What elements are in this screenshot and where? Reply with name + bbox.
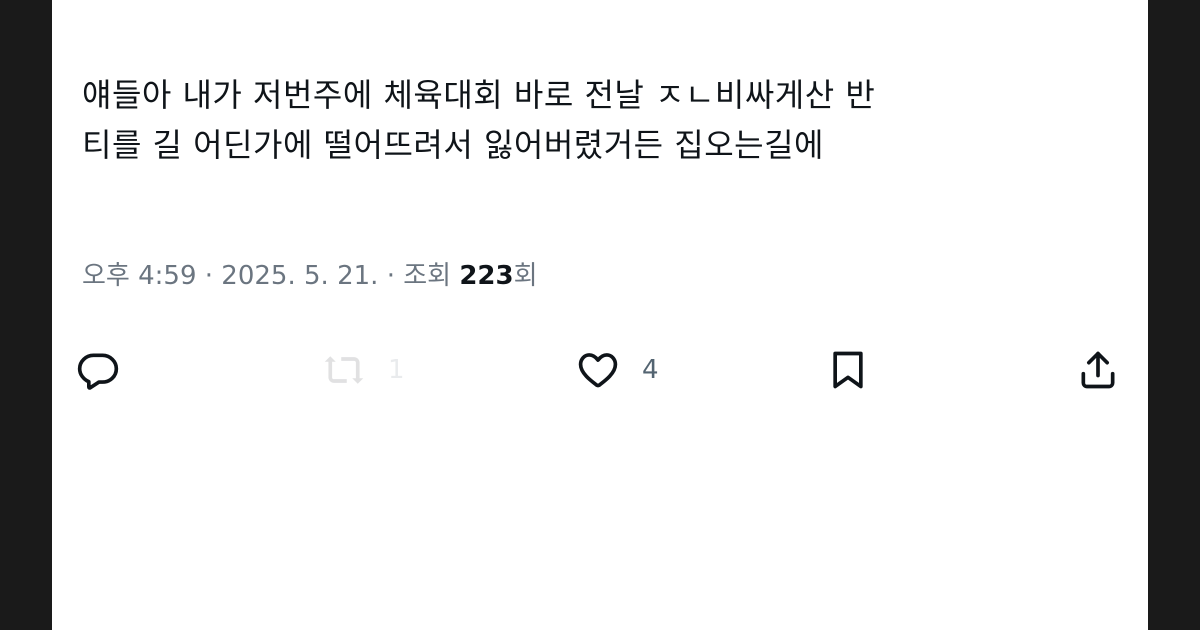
retweet-icon [322,348,366,392]
tweet-actions: 1 4 [52,340,1148,400]
tweet-card: 얘들아 내가 저번주에 체육대회 바로 전날 ㅈㄴ비싸게산 반 티를 길 어딘가… [52,0,1148,630]
meta-separator: · [386,261,395,291]
reply-button[interactable] [76,340,120,400]
tweet-meta: 오후 4:59 · 2025. 5. 21. · 조회 223회 [82,256,538,296]
views-suffix: 회 [513,261,538,291]
bookmark-icon [826,348,870,392]
bookmark-button[interactable] [826,340,870,400]
views-count: 223 [459,261,514,291]
share-icon [1076,348,1120,392]
tweet-body: 얘들아 내가 저번주에 체육대회 바로 전날 ㅈㄴ비싸게산 반 티를 길 어딘가… [82,70,1122,170]
retweet-count: 1 [388,355,405,385]
heart-icon [576,348,620,392]
views-label: 조회 [403,261,452,291]
reply-icon [76,348,120,392]
tweet-time[interactable]: 오후 4:59 [82,261,197,291]
like-count: 4 [642,355,659,385]
tweet-date[interactable]: 2025. 5. 21. [221,261,378,291]
retweet-button[interactable]: 1 [322,340,405,400]
tweet-text-line: 얘들아 내가 저번주에 체육대회 바로 전날 ㅈㄴ비싸게산 반 [82,76,876,114]
like-button[interactable]: 4 [576,340,659,400]
tweet-text-line: 티를 길 어딘가에 떨어뜨려서 잃어버렸거든 집오는길에 [82,126,824,164]
share-button[interactable] [1076,340,1120,400]
meta-separator: · [204,261,214,291]
